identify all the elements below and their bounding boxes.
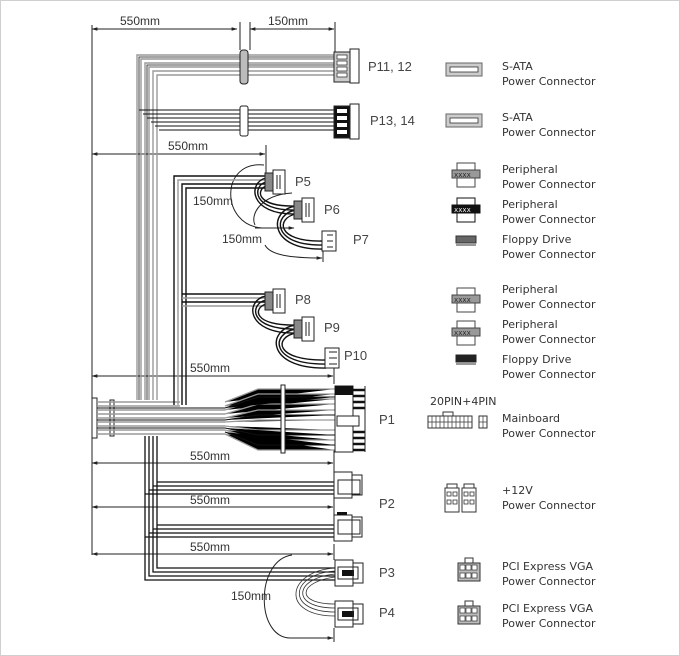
legend-floppy-2-line1: Floppy Drive (502, 353, 572, 366)
peripheral-connector-icon: xxxx (451, 320, 481, 346)
legend-sata-2-line2: Power Connector (502, 126, 596, 139)
legend-floppy-2-line2: Power Connector (502, 368, 596, 381)
connector-p11-12 (333, 48, 360, 84)
label-p8: P8 (295, 292, 311, 307)
legend: S-ATA Power Connector S-ATA Power Connec… (427, 60, 596, 630)
legend-peripheral-1-line1: Peripheral (502, 163, 558, 176)
legend-peripheral-4-line2: Power Connector (502, 333, 596, 346)
pcie-connector-icon (457, 557, 481, 582)
label-p4: P4 (379, 605, 395, 620)
sata-branch (136, 49, 335, 400)
legend-sata-2-line1: S-ATA (502, 111, 533, 124)
peripheral-connector-icon: xxxx (451, 287, 481, 313)
legend-mainboard-pin-label: 20PIN+4PIN (430, 395, 496, 408)
legend-peripheral-4-line1: Peripheral (502, 318, 558, 331)
connector-p3 (334, 559, 364, 587)
legend-pcie-1-line1: PCI Express VGA (502, 560, 594, 573)
label-p13-14: P13, 14 (370, 113, 415, 128)
dim-p2b-main: 550mm (190, 493, 230, 507)
peripheral-connector-icon: xxxx (451, 197, 481, 223)
legend-12v-line2: Power Connector (502, 499, 596, 512)
dim-p3-p4: 150mm (231, 589, 271, 603)
peripheral-connector-icon: xxxx (451, 162, 481, 188)
legend-12v-line1: +12V (502, 484, 533, 497)
connector-p5 (264, 169, 286, 195)
connector-p13-14 (333, 103, 360, 140)
legend-peripheral-1-line2: Power Connector (502, 178, 596, 191)
label-p5: P5 (295, 174, 311, 189)
label-p3: P3 (379, 565, 395, 580)
label-p9: P9 (324, 320, 340, 335)
connector-p7 (321, 230, 337, 252)
legend-peripheral-2-line1: Peripheral (502, 198, 558, 211)
label-p7: P7 (353, 232, 369, 247)
legend-pcie-2-line2: Power Connector (502, 617, 596, 630)
dim-peripheral-main: 550mm (168, 139, 208, 153)
floppy-connector-icon (455, 235, 477, 246)
legend-mainboard-line1: Mainboard (502, 412, 560, 425)
connector-p1 (334, 385, 366, 453)
label-p11-12: P11, 12 (368, 59, 412, 74)
dim-p3-main: 550mm (190, 540, 230, 554)
connector-p6 (293, 197, 315, 223)
label-p6: P6 (324, 202, 340, 217)
psu-cable-diagram: 550mm 150mm 550mm 150mm 150mm 550mm 550m… (91, 14, 596, 642)
connector-p8 (264, 288, 286, 314)
sata-connector-icon (445, 113, 483, 128)
label-p2: P2 (379, 496, 395, 511)
pcie-connector-icon (457, 600, 481, 625)
legend-sata-1-line1: S-ATA (502, 60, 533, 73)
connector-p2b (333, 512, 363, 542)
legend-sata-1-line2: Power Connector (502, 75, 596, 88)
floppy-connector-icon (455, 354, 477, 365)
label-p1: P1 (379, 412, 395, 427)
legend-pcie-2-line1: PCI Express VGA (502, 602, 594, 615)
legend-pcie-1-line2: Power Connector (502, 575, 596, 588)
svg-text:xxxx: xxxx (454, 206, 471, 214)
connector-p9 (293, 316, 315, 342)
legend-peripheral-3-line1: Peripheral (502, 283, 558, 296)
legend-floppy-1-line1: Floppy Drive (502, 233, 572, 246)
legend-floppy-1-line2: Power Connector (502, 248, 596, 261)
mainboard-connector-icon (427, 411, 488, 429)
dim-top-ext: 150mm (268, 14, 308, 28)
svg-text:xxxx: xxxx (454, 296, 471, 304)
connector-p2a (333, 471, 363, 499)
dim-p1-main: 550mm (190, 361, 230, 375)
dim-p2a-main: 550mm (190, 449, 230, 463)
label-p10: P10 (344, 348, 367, 363)
connector-p4 (334, 600, 364, 628)
legend-mainboard-line2: Power Connector (502, 427, 596, 440)
connector-p10 (324, 347, 340, 369)
svg-text:xxxx: xxxx (454, 171, 471, 179)
legend-peripheral-3-line2: Power Connector (502, 298, 596, 311)
dim-p5-p6: 150mm (193, 194, 233, 208)
main-harness (91, 384, 335, 454)
legend-peripheral-2-line2: Power Connector (502, 213, 596, 226)
dim-p6-p7: 150mm (222, 232, 262, 246)
svg-text:xxxx: xxxx (454, 329, 471, 337)
dim-top-main: 550mm (120, 14, 160, 28)
12v-connector-icon (444, 483, 477, 513)
sata-connector-icon (445, 62, 483, 77)
